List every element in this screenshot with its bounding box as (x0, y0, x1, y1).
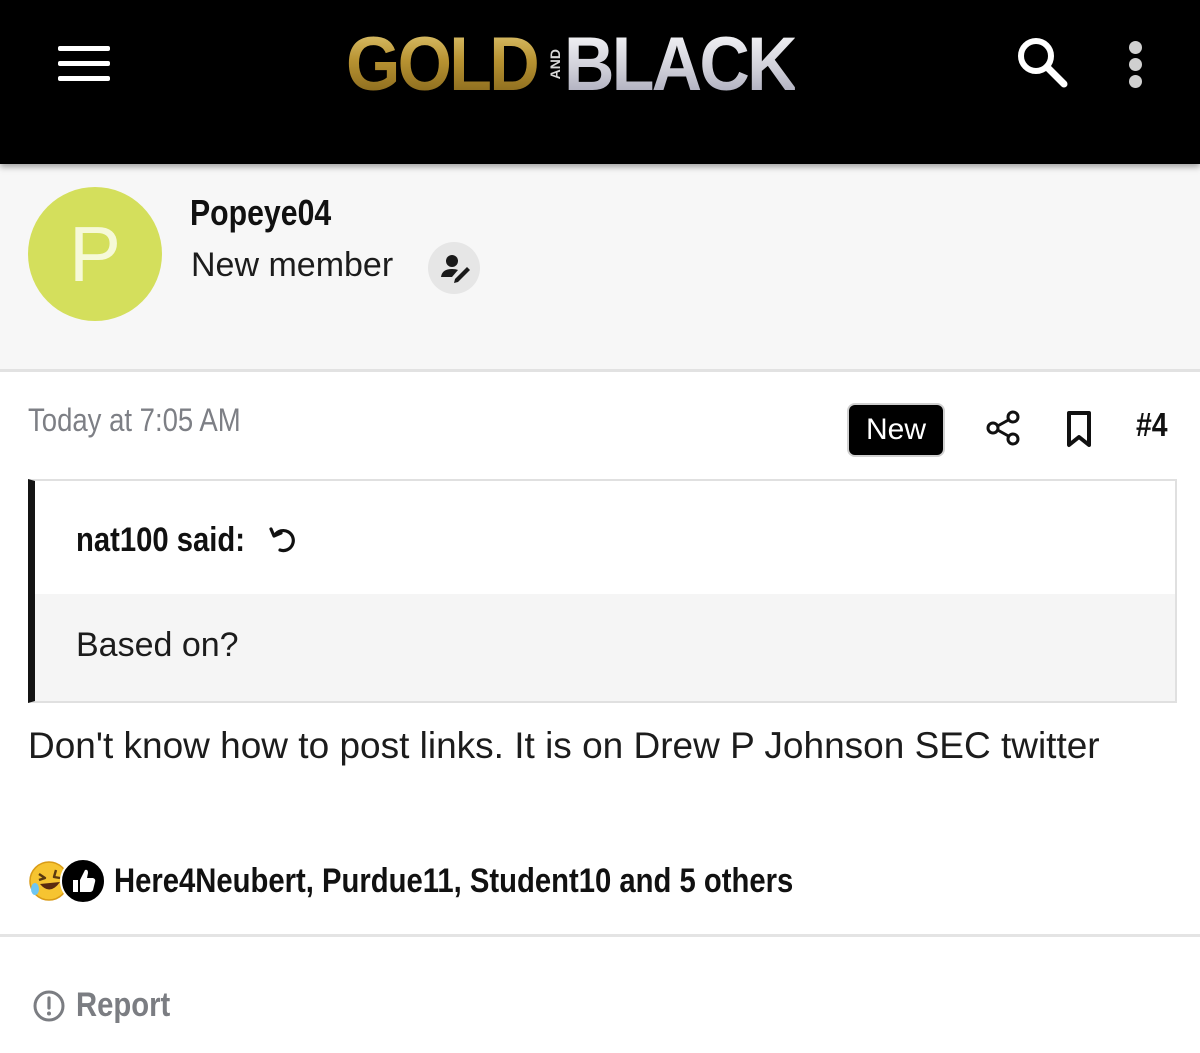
user-title: New member (191, 246, 394, 284)
user-edit-icon (441, 255, 470, 283)
more-vertical-dot (1129, 58, 1142, 71)
site-logo[interactable]: GOLD AND BLACK (346, 22, 815, 107)
bookmark-icon (1067, 411, 1091, 447)
search-button[interactable] (1012, 32, 1072, 92)
reactions-bar: Here4Neubert, Purdue11, Student10 and 5 … (28, 856, 904, 906)
report-label: Report (76, 986, 171, 1024)
user-edit-button[interactable] (428, 242, 480, 294)
menu-bar-line (58, 46, 110, 51)
report-link[interactable]: Report (32, 986, 186, 1025)
more-vertical-dot (1129, 41, 1142, 54)
post-timestamp[interactable]: Today at 7:05 AM (28, 402, 241, 439)
alert-circle-icon (33, 990, 65, 1021)
menu-button[interactable] (56, 42, 112, 84)
logo-gold-text: GOLD (346, 21, 540, 107)
bookmark-button[interactable] (1062, 409, 1096, 449)
logo-and-text: AND (546, 48, 563, 80)
quote-body: Based on? (35, 594, 1175, 701)
search-icon (1018, 38, 1068, 88)
quote-block: nat100 said: Based on? (28, 479, 1177, 703)
new-badge: New (849, 405, 943, 455)
share-icon (986, 410, 1020, 446)
footer-divider (0, 934, 1200, 937)
avatar[interactable]: P (28, 187, 162, 321)
more-options-button[interactable] (1118, 38, 1154, 90)
menu-bar-line (58, 61, 110, 66)
quote-text: Based on? (76, 626, 239, 664)
more-vertical-dot (1129, 75, 1142, 88)
share-button[interactable] (984, 409, 1022, 447)
author-block: P Popeye04 New member (0, 164, 1200, 372)
reaction-icons[interactable] (28, 858, 106, 904)
quote-jump-button[interactable] (266, 523, 298, 555)
logo-black-text: BLACK (563, 21, 798, 107)
jump-to-quote-icon (269, 527, 295, 553)
post-number[interactable]: #4 (1136, 406, 1168, 444)
menu-bar-line (58, 76, 110, 81)
quote-header: nat100 said: (35, 481, 1175, 594)
username[interactable]: Popeye04 (190, 192, 331, 234)
quote-author[interactable]: nat100 said: (76, 521, 245, 560)
reaction-names[interactable]: Here4Neubert, Purdue11, Student10 and 5 … (114, 862, 793, 901)
top-bar: GOLD AND BLACK (0, 0, 1200, 164)
post-message: Don't know how to post links. It is on D… (28, 725, 1100, 766)
thumbs-up-icon (60, 858, 106, 904)
